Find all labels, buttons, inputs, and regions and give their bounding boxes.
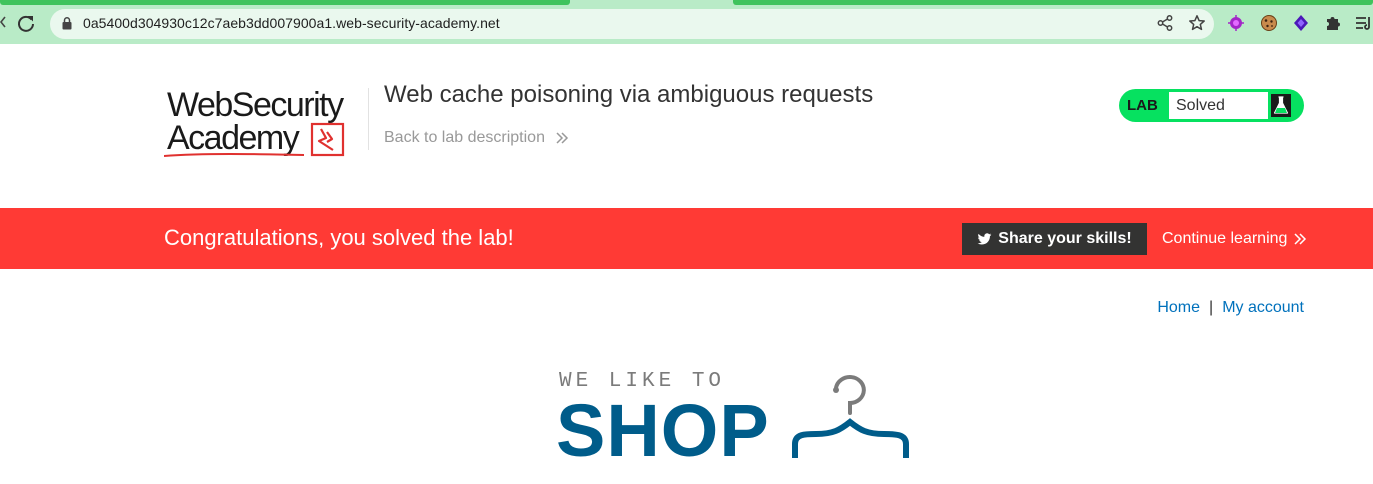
star-icon[interactable] bbox=[1188, 14, 1206, 32]
continue-learning-label: Continue learning bbox=[1162, 230, 1288, 247]
lab-title: Web cache poisoning via ambiguous reques… bbox=[384, 81, 874, 108]
continue-learning-link[interactable]: Continue learning bbox=[1162, 230, 1307, 248]
shop-logo-word: SHOP bbox=[556, 389, 770, 472]
browser-toolbar: 0a5400d304930c12c7aeb3dd007900a1.web-sec… bbox=[0, 0, 1373, 44]
tab-strip bbox=[0, 0, 1373, 5]
lab-status-widget: LAB Solved bbox=[1119, 89, 1304, 122]
url-text[interactable]: 0a5400d304930c12c7aeb3dd007900a1.web-sec… bbox=[83, 15, 500, 31]
puzzle-icon[interactable] bbox=[1324, 14, 1342, 32]
lab-status-box: Solved bbox=[1169, 92, 1268, 119]
congratulations-message: Congratulations, you solved the lab! bbox=[164, 225, 514, 250]
congratulations-banner: Congratulations, you solved the lab! Sha… bbox=[0, 208, 1373, 269]
shop-top-nav: Home | My account bbox=[1157, 299, 1304, 317]
extension-purple-icon[interactable] bbox=[1227, 14, 1245, 32]
clothes-hanger-icon bbox=[792, 375, 909, 458]
cookie-icon[interactable] bbox=[1260, 14, 1278, 32]
back-link-label: Back to lab description bbox=[384, 129, 545, 146]
twitter-icon bbox=[977, 232, 992, 245]
logo-text-line2: Academy bbox=[167, 119, 300, 157]
share-skills-button[interactable]: Share your skills! bbox=[962, 223, 1147, 255]
share-icon[interactable] bbox=[1156, 14, 1174, 32]
share-skills-label: Share your skills! bbox=[998, 230, 1132, 247]
lab-badge: LAB bbox=[1127, 97, 1158, 114]
double-chevron-right-icon bbox=[556, 132, 569, 144]
reload-icon[interactable] bbox=[16, 13, 36, 33]
back-to-lab-description-link[interactable]: Back to lab description bbox=[384, 129, 569, 147]
home-link[interactable]: Home bbox=[1157, 299, 1200, 316]
lab-status-text: Solved bbox=[1176, 97, 1225, 114]
lock-icon[interactable] bbox=[62, 17, 72, 30]
tab-search-icon[interactable] bbox=[1355, 14, 1373, 32]
hexagon-extension-icon[interactable] bbox=[1292, 14, 1310, 32]
web-security-academy-logo[interactable]: WebSecurity Academy bbox=[164, 86, 364, 160]
tab-scroll-left-icon[interactable] bbox=[0, 16, 6, 28]
nav-separator: | bbox=[1209, 299, 1214, 316]
tab-indicator[interactable] bbox=[733, 0, 1373, 5]
double-chevron-right-icon bbox=[1294, 233, 1306, 245]
flask-icon bbox=[1271, 94, 1291, 117]
tab-active-indicator[interactable] bbox=[0, 0, 570, 5]
header-divider bbox=[368, 88, 369, 150]
my-account-link[interactable]: My account bbox=[1222, 299, 1304, 316]
